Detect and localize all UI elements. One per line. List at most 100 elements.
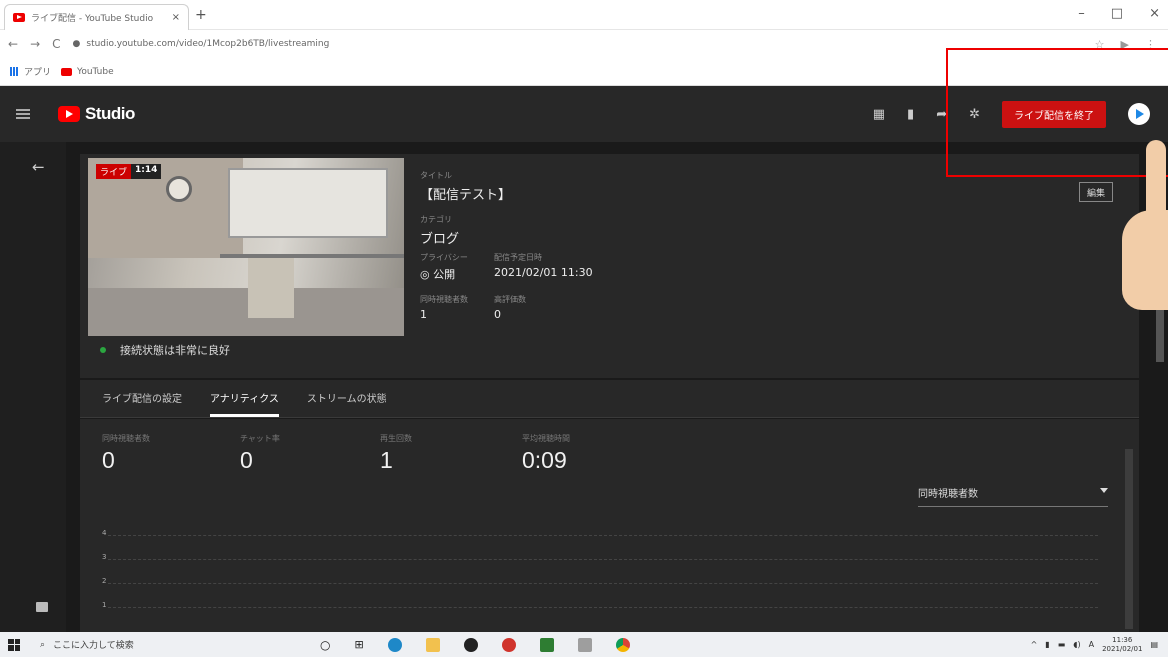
window-controls: – □ ×: [1078, 6, 1160, 21]
y-tick-3: 3: [102, 553, 107, 561]
stream-category: ブログ: [420, 232, 460, 247]
stat-views: 再生回数 1: [380, 433, 412, 474]
ime-indicator[interactable]: A: [1089, 640, 1094, 649]
status-dot-icon: [100, 347, 106, 353]
new-tab-button[interactable]: +: [195, 7, 207, 23]
analytics-scrollbar[interactable]: [1125, 449, 1133, 629]
stat-label: 再生回数: [380, 434, 412, 443]
category-field: カテゴリ ブログ: [420, 214, 620, 247]
stat-value: 0: [102, 447, 115, 473]
close-window-button[interactable]: ×: [1149, 6, 1160, 21]
tray-app-icon[interactable]: ▮: [1045, 640, 1049, 649]
back-arrow-icon[interactable]: ←: [32, 158, 45, 176]
bookmark-youtube[interactable]: YouTube: [61, 67, 114, 77]
cortana-icon[interactable]: ○: [320, 638, 330, 652]
network-icon[interactable]: ▬: [1058, 640, 1066, 649]
forward-arrow-icon[interactable]: →: [30, 37, 40, 51]
metric-dropdown-value: 同時視聴者数: [918, 489, 978, 500]
y-tick-4: 4: [102, 529, 107, 537]
windows-taskbar: ⌕ ここに入力して検索 ○ ⊞ ^ ▮ ▬ ◖) A 11:36 2021/02…: [0, 632, 1168, 657]
chart-gridline: [108, 607, 1098, 608]
taskbar-clock[interactable]: 11:36 2021/02/01: [1102, 636, 1142, 654]
app-icon[interactable]: [501, 637, 516, 652]
taskbar-search[interactable]: ⌕ ここに入力して検索: [40, 638, 270, 652]
bookmark-apps-label: アプリ: [24, 68, 52, 78]
title-label: タイトル: [420, 171, 452, 180]
app-icon[interactable]: [463, 637, 478, 652]
privacy-value: ◎ 公開: [420, 266, 500, 282]
viewers-label: 同時視聴者数: [420, 295, 468, 304]
bookmark-apps[interactable]: アプリ: [10, 65, 51, 78]
connection-status-text: 接続状態は非常に良好: [120, 344, 230, 357]
stream-tabs: ライブ配信の設定 アナリティクス ストリームの状態: [80, 380, 1139, 418]
back-arrow-icon[interactable]: ←: [8, 37, 18, 51]
stat-label: 同時視聴者数: [102, 434, 150, 443]
tab-analytics[interactable]: アナリティクス: [196, 390, 293, 417]
schedule-value: 2021/02/01 11:30: [494, 266, 593, 279]
stat-value: 1: [380, 447, 393, 473]
bookmark-icon[interactable]: ▮: [907, 107, 914, 122]
taskbar-date: 2021/02/01: [1102, 644, 1143, 653]
preview-clock: [166, 176, 192, 202]
stat-avg-watch-time: 平均視聴時間 0:09: [522, 433, 570, 474]
studio-logo[interactable]: Studio: [58, 104, 135, 124]
viewers-field: 同時視聴者数 1: [420, 294, 500, 321]
browser-tab[interactable]: ライブ配信 - YouTube Studio ×: [4, 4, 189, 30]
live-badge: ライブ 1:14: [96, 164, 162, 179]
url-field[interactable]: ● studio.youtube.com/video/1Mcop2b6TB/li…: [73, 39, 1083, 49]
system-tray: ^ ▮ ▬ ◖) A 11:36 2021/02/01 ▤: [1031, 632, 1158, 657]
left-rail: ←: [0, 142, 66, 632]
y-tick-1: 1: [102, 601, 107, 609]
stat-label: チャット率: [240, 434, 280, 443]
tab-stream-settings[interactable]: ライブ配信の設定: [88, 390, 196, 417]
edit-button[interactable]: 編集: [1079, 182, 1113, 202]
chart-gridline: [108, 583, 1098, 584]
stat-chat-rate: チャット率 0: [240, 433, 280, 474]
chrome-icon[interactable]: [615, 637, 630, 652]
pointing-hand-illustration: [1118, 140, 1168, 310]
tab-stream-health[interactable]: ストリームの状態: [293, 390, 401, 417]
metric-dropdown[interactable]: 同時視聴者数: [918, 485, 1108, 507]
browser-tab-strip: ライブ配信 - YouTube Studio × + – □ ×: [0, 0, 1168, 30]
edge-icon[interactable]: [387, 637, 402, 652]
feedback-icon[interactable]: [36, 602, 48, 612]
category-label: カテゴリ: [420, 215, 452, 224]
volume-icon[interactable]: ◖): [1073, 640, 1080, 649]
elapsed-time: 1:14: [131, 164, 162, 179]
app-icon[interactable]: [539, 637, 554, 652]
schedule-label: 配信予定日時: [494, 253, 542, 262]
chart-gridline: [108, 559, 1098, 560]
file-explorer-icon[interactable]: [425, 637, 440, 652]
notification-icon[interactable]: ▤: [1150, 640, 1158, 649]
schedule-field: 配信予定日時 2021/02/01 11:30: [494, 252, 694, 279]
apps-grid-icon: [10, 67, 19, 76]
reload-icon[interactable]: C: [52, 37, 60, 51]
lock-icon: ●: [72, 39, 81, 49]
windows-start-icon[interactable]: [8, 638, 20, 651]
minimize-button[interactable]: –: [1078, 6, 1085, 21]
taskbar-apps: ○ ⊞: [320, 637, 630, 652]
taskbar-time: 11:36: [1112, 635, 1133, 644]
stat-value: 0:09: [522, 447, 567, 473]
hand-palm: [1122, 210, 1168, 310]
maximize-button[interactable]: □: [1111, 6, 1123, 21]
clapperboard-icon[interactable]: ▦: [873, 107, 885, 122]
main-content: ライブ 1:14 接続状態は非常に良好 タイトル 【配信テスト】 カテゴリ ブロ…: [66, 142, 1168, 632]
task-view-icon[interactable]: ⊞: [354, 638, 363, 651]
hamburger-menu-icon[interactable]: [16, 109, 30, 119]
app-icon[interactable]: [577, 637, 592, 652]
stream-info-card: ライブ 1:14 接続状態は非常に良好 タイトル 【配信テスト】 カテゴリ ブロ…: [80, 154, 1139, 378]
likes-label: 高評価数: [494, 295, 526, 304]
chevron-up-icon[interactable]: ^: [1031, 640, 1038, 649]
stream-preview[interactable]: ライブ 1:14: [88, 158, 404, 336]
connection-status: 接続状態は非常に良好: [100, 342, 230, 358]
youtube-icon: [61, 67, 73, 76]
preview-whiteboard: [228, 168, 388, 238]
stat-value: 0: [240, 447, 253, 473]
stat-concurrent-viewers: 同時視聴者数 0: [102, 433, 150, 474]
stream-title: 【配信テスト】: [420, 188, 512, 203]
privacy-text: 公開: [433, 268, 456, 281]
globe-icon: ◎: [420, 268, 434, 281]
tab-close-icon[interactable]: ×: [172, 12, 180, 23]
search-icon: ⌕: [40, 639, 46, 650]
